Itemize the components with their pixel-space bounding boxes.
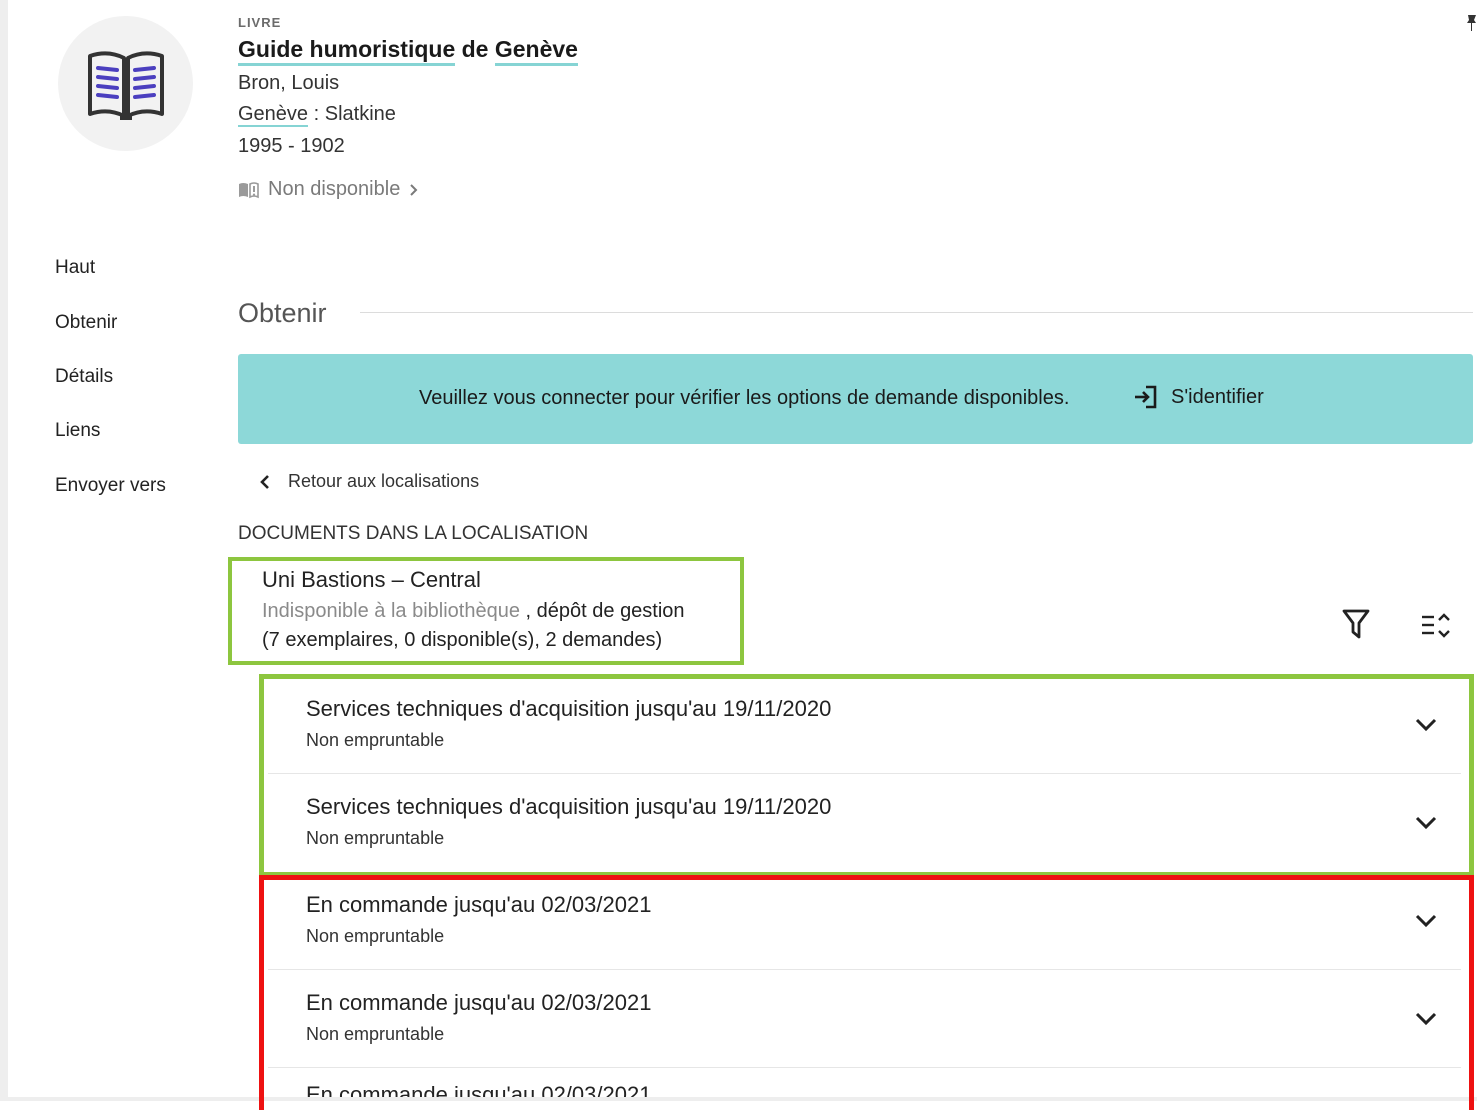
back-link-label: Retour aux localisations bbox=[288, 471, 480, 491]
availability-status[interactable]: Non disponible bbox=[238, 178, 420, 201]
login-banner-message: Veuillez vous connecter pour vérifier le… bbox=[419, 387, 1070, 409]
filter-icon[interactable] bbox=[1341, 607, 1371, 641]
location-name: Uni Bastions – Central bbox=[262, 567, 481, 592]
open-book-icon bbox=[88, 51, 164, 120]
sort-icon[interactable] bbox=[1420, 611, 1452, 641]
back-to-locations-link[interactable]: Retour aux localisations bbox=[258, 471, 479, 492]
record-publisher: Genève : Slatkine bbox=[238, 103, 396, 127]
location-status: Indisponible à la bibliothèque , dépôt d… bbox=[262, 600, 685, 623]
nav-item-details[interactable]: Détails bbox=[55, 366, 113, 388]
nav-item-haut[interactable]: Haut bbox=[55, 257, 95, 279]
item-divider bbox=[268, 969, 1461, 970]
pin-icon[interactable] bbox=[1466, 14, 1477, 32]
nav-item-envoyer-vers[interactable]: Envoyer vers bbox=[55, 475, 166, 497]
section-title-obtenir: Obtenir bbox=[238, 298, 327, 328]
item-divider bbox=[268, 1067, 1461, 1068]
sign-in-icon bbox=[1135, 385, 1157, 409]
signin-button[interactable]: S'identifier bbox=[1133, 384, 1264, 410]
item-title-partial[interactable]: En commande jusqu'au 02/03/2021 bbox=[306, 1086, 651, 1097]
title-link-geneve[interactable]: Genève bbox=[494, 36, 578, 66]
publisher-place-link[interactable]: Genève bbox=[238, 103, 309, 127]
publisher-name: : Slatkine bbox=[308, 103, 396, 125]
record-title[interactable]: Guide humoristique de Genève bbox=[238, 36, 578, 66]
record-thumbnail[interactable] bbox=[58, 16, 193, 151]
chevron-down-icon[interactable] bbox=[1414, 814, 1438, 832]
item-title: En commande jusqu'au 02/03/2021 bbox=[306, 1086, 651, 1097]
record-author: Bron, Louis bbox=[238, 72, 340, 94]
chevron-down-icon[interactable] bbox=[1414, 716, 1438, 734]
chevron-right-icon bbox=[410, 183, 418, 196]
title-link-guide[interactable]: Guide humoristique bbox=[238, 36, 456, 66]
location-status-availability: Indisponible à la bibliothèque bbox=[262, 600, 520, 622]
item-title[interactable]: Services techniques d'acquisition jusqu'… bbox=[306, 696, 831, 722]
section-divider bbox=[360, 312, 1473, 313]
record-dates: 1995 - 1902 bbox=[238, 135, 345, 157]
title-connector: de bbox=[455, 36, 495, 62]
nav-item-liens[interactable]: Liens bbox=[55, 420, 100, 442]
chevron-down-icon[interactable] bbox=[1414, 1010, 1438, 1028]
item-policy: Non empruntable bbox=[306, 926, 445, 946]
nav-item-obtenir[interactable]: Obtenir bbox=[55, 312, 117, 334]
availability-label: Non disponible bbox=[268, 178, 401, 200]
chevron-down-icon[interactable] bbox=[1414, 912, 1438, 930]
window-left-edge bbox=[0, 0, 8, 1101]
signin-label: S'identifier bbox=[1171, 385, 1264, 408]
documents-in-location-heading: DOCUMENTS DANS LA LOCALISATION bbox=[238, 523, 589, 544]
item-title[interactable]: En commande jusqu'au 02/03/2021 bbox=[306, 892, 651, 918]
item-title[interactable]: Services techniques d'acquisition jusqu'… bbox=[306, 794, 831, 820]
item-policy: Non empruntable bbox=[306, 730, 445, 750]
item-divider bbox=[268, 773, 1461, 774]
record-type-label: LIVRE bbox=[238, 15, 282, 30]
item-policy: Non empruntable bbox=[306, 828, 445, 848]
book-unavailable-icon bbox=[239, 181, 259, 198]
item-policy: Non empruntable bbox=[306, 1024, 445, 1044]
location-item-counts: (7 exemplaires, 0 disponible(s), 2 deman… bbox=[262, 629, 663, 651]
item-title[interactable]: En commande jusqu'au 02/03/2021 bbox=[306, 990, 651, 1016]
location-status-collection: , dépôt de gestion bbox=[519, 600, 685, 622]
chevron-left-icon bbox=[260, 474, 269, 489]
